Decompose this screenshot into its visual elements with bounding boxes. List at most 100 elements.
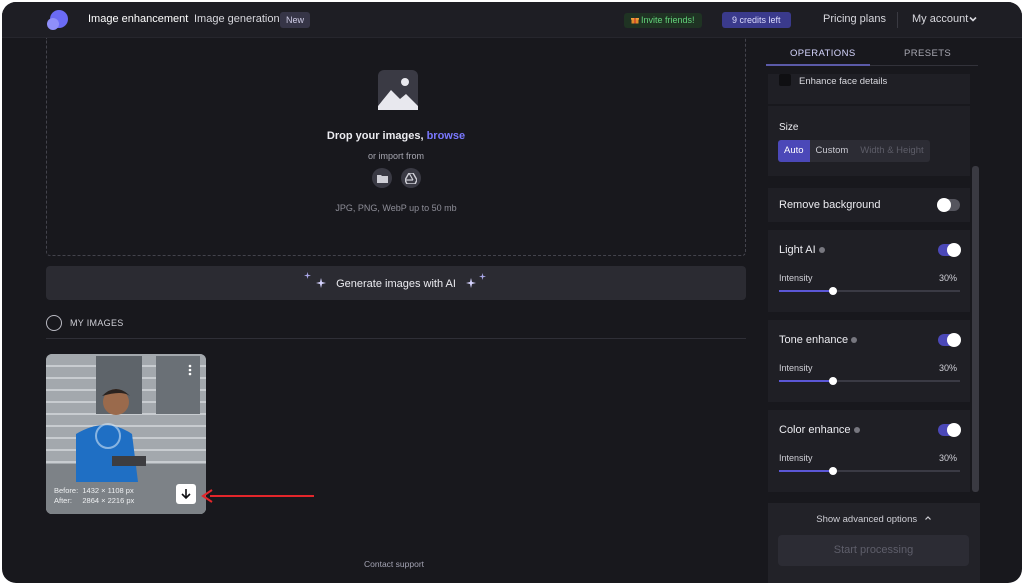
image-thumbnail[interactable]: Before: 1432 × 1108 px After: 2864 × 221… [46, 354, 206, 514]
light-ai-label: Light AI [779, 244, 825, 256]
folder-icon [376, 174, 388, 183]
slider-handle[interactable] [829, 287, 838, 295]
nav-my-account[interactable]: My account [912, 13, 968, 25]
invite-friends-button[interactable]: Invite friends! [624, 13, 702, 28]
slider-fill [779, 290, 834, 292]
intensity-value: 30% [939, 273, 958, 283]
contact-support-link[interactable]: Contact support [364, 559, 424, 569]
show-advanced-options[interactable]: Show advanced options [768, 514, 980, 525]
before-value: 1432 × 1108 px [82, 486, 134, 495]
generate-label: Generate images with AI [336, 278, 456, 290]
face-details-card: Enhance face details [768, 74, 970, 104]
info-icon[interactable] [851, 337, 858, 344]
color-enhance-card: Color enhance Intensity 30% [768, 410, 970, 492]
app-logo-icon[interactable] [44, 7, 70, 33]
drop-title-text: Drop your images, [326, 130, 427, 142]
sparkle-icon [466, 278, 476, 288]
light-ai-intensity-slider[interactable] [779, 287, 960, 295]
select-all-circle[interactable] [46, 315, 62, 331]
remove-background-toggle[interactable] [937, 198, 960, 212]
width-height-input[interactable]: Width & Height [854, 140, 929, 162]
intensity-label: Intensity [779, 273, 813, 283]
tone-enhance-label: Tone enhance [779, 334, 858, 346]
info-icon[interactable] [818, 247, 825, 254]
light-ai-toggle[interactable] [938, 243, 961, 257]
face-details-label: Enhance face details [799, 76, 888, 87]
after-label: After: [54, 496, 72, 505]
color-enhance-label: Color enhance [779, 424, 860, 436]
slider-handle[interactable] [829, 377, 838, 385]
annotation-arrow [201, 489, 314, 503]
slider-fill [779, 470, 834, 472]
color-enhance-toggle[interactable] [938, 423, 961, 437]
generate-with-ai-button[interactable]: Generate images with AI [46, 266, 746, 300]
before-size: Before: 1432 × 1108 px [54, 486, 134, 495]
toggle-knob [937, 198, 951, 212]
toggle-knob [947, 423, 961, 437]
accepted-formats: JPG, PNG, WebP up to 50 mb [335, 203, 457, 213]
intensity-value: 30% [939, 453, 958, 463]
light-ai-title: Light AI [779, 244, 816, 256]
my-images-divider [46, 338, 746, 339]
panel-tabs: OPERATIONS PRESETS [766, 44, 978, 66]
app-window: Image enhancement Image generation New I… [2, 2, 1022, 583]
color-enhance-title: Color enhance [779, 424, 851, 436]
download-button[interactable] [176, 484, 196, 504]
enhance-face-checkbox[interactable] [779, 74, 791, 86]
size-label: Size [779, 122, 799, 133]
top-nav: Image enhancement Image generation New I… [2, 2, 1022, 38]
tone-enhance-card: Tone enhance Intensity 30% [768, 320, 970, 402]
browse-link[interactable]: browse [427, 130, 466, 142]
google-drive-icon [405, 172, 417, 184]
slider-handle[interactable] [829, 467, 838, 475]
size-selector: Auto Custom Width & Height [778, 140, 930, 162]
sparkle-icon [479, 273, 486, 280]
nav-image-enhancement[interactable]: Image enhancement [88, 13, 188, 25]
image-dropzone[interactable]: Drop your images, browse or import from … [46, 38, 746, 256]
size-auto-option[interactable]: Auto [778, 140, 810, 162]
info-icon[interactable] [853, 427, 860, 434]
tone-enhance-title: Tone enhance [779, 334, 849, 346]
new-badge: New [280, 12, 311, 28]
size-custom-option[interactable]: Custom [810, 140, 855, 162]
gift-icon [631, 18, 639, 24]
image-placeholder-icon [378, 70, 418, 110]
color-intensity-slider[interactable] [779, 467, 960, 475]
advanced-section: Show advanced options Start processing [768, 503, 980, 583]
size-card: Size Auto Custom Width & Height [768, 106, 970, 176]
tone-enhance-toggle[interactable] [938, 333, 961, 347]
toggle-knob [947, 333, 961, 347]
remove-background-card: Remove background [768, 188, 970, 222]
download-arrow-icon [181, 489, 191, 500]
more-vertical-icon[interactable] [188, 364, 192, 376]
tab-operations[interactable]: OPERATIONS [790, 48, 856, 59]
intensity-label: Intensity [779, 363, 813, 373]
tab-presets[interactable]: PRESETS [904, 48, 951, 59]
tone-intensity-slider[interactable] [779, 377, 960, 385]
start-processing-button[interactable]: Start processing [778, 535, 969, 566]
slider-fill [779, 380, 834, 382]
nav-pricing-plans[interactable]: Pricing plans [823, 13, 886, 25]
remove-background-label: Remove background [779, 199, 881, 211]
active-tab-indicator [766, 64, 870, 66]
import-google-drive-button[interactable] [401, 168, 421, 188]
intensity-value: 30% [939, 363, 958, 373]
my-images-heading: MY IMAGES [70, 318, 124, 328]
light-ai-card: Light AI Intensity 30% [768, 230, 970, 312]
advanced-label: Show advanced options [816, 514, 918, 525]
after-value: 2864 × 2216 px [82, 496, 135, 505]
import-from-label: or import from [367, 151, 424, 161]
invite-label: Invite friends! [641, 15, 695, 25]
nav-divider [897, 12, 898, 28]
chevron-up-icon [924, 516, 931, 520]
intensity-label: Intensity [779, 453, 813, 463]
drop-title: Drop your images, browse [47, 130, 745, 142]
credits-badge[interactable]: 9 credits left [722, 12, 791, 28]
panel-scrollbar[interactable] [972, 166, 979, 492]
before-label: Before: [54, 486, 79, 495]
nav-image-generation[interactable]: Image generation [194, 13, 280, 25]
tab-divider [870, 65, 978, 66]
after-size: After: 2864 × 2216 px [54, 496, 134, 505]
chevron-down-icon[interactable] [968, 14, 978, 24]
import-folder-button[interactable] [372, 168, 392, 188]
